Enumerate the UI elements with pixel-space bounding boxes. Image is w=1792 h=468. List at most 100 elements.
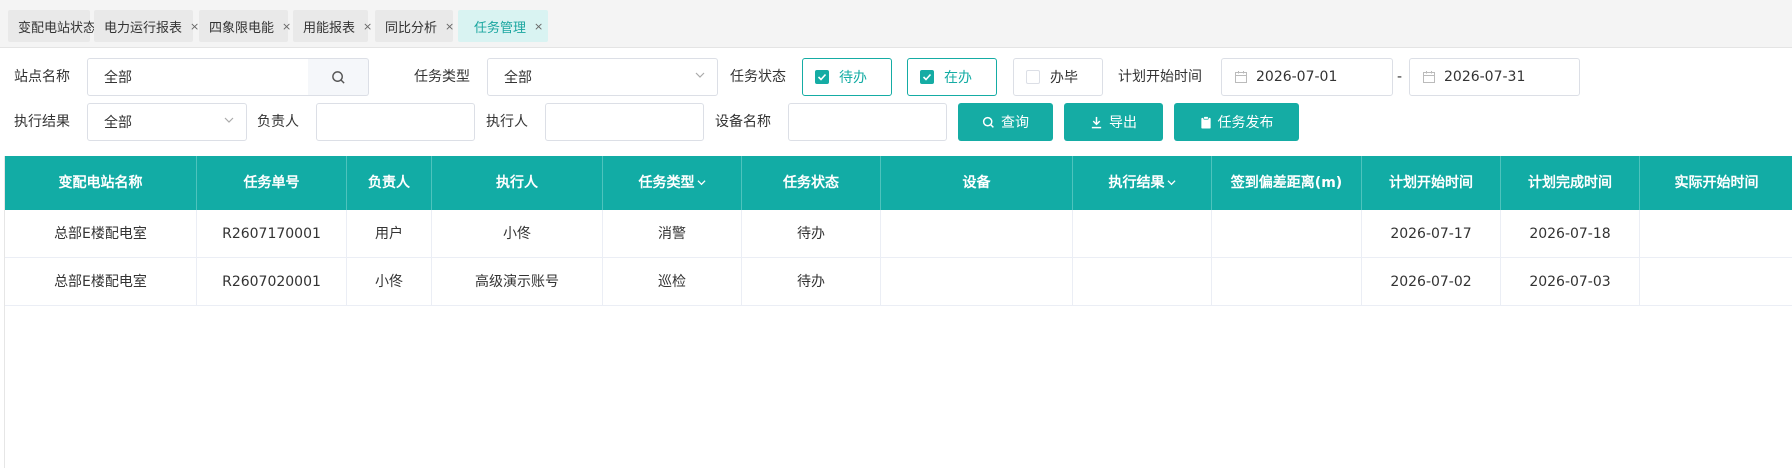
- status-todo-checkbox[interactable]: 待办: [802, 58, 892, 96]
- close-icon[interactable]: ×: [534, 20, 543, 33]
- tab-yoy-analysis[interactable]: 同比分析 ×: [375, 10, 454, 42]
- close-icon[interactable]: ×: [445, 20, 454, 33]
- column-header-sortable[interactable]: 执行结果: [1073, 156, 1212, 210]
- tab-label: 任务管理: [474, 20, 527, 36]
- table-row[interactable]: 总部E楼配电室 R2607170001 用户 小佟 消警 待办 2026-07-…: [5, 210, 1792, 258]
- cell-exec-result: [1073, 258, 1212, 306]
- station-input[interactable]: 全部: [87, 58, 309, 96]
- cell-plan-end: 2026-07-03: [1501, 258, 1640, 306]
- executor-input[interactable]: [545, 103, 704, 141]
- exec-result-value: 全部: [104, 115, 132, 131]
- column-header: 任务状态: [742, 156, 881, 210]
- tab-label: 四象限电能: [209, 20, 275, 36]
- cell-task-no: R2607020001: [197, 258, 347, 306]
- executor-label: 执行人: [486, 114, 528, 130]
- table-row[interactable]: 总部E楼配电室 R2607020001 小佟 高级演示账号 巡检 待办 2026…: [5, 258, 1792, 306]
- cell-device: [881, 210, 1073, 258]
- cell-exec-result: [1073, 210, 1212, 258]
- check-icon: [815, 70, 829, 84]
- tab-bar: 变配电站状态 电力运行报表 × 四象限电能 × 用能报表 × 同比分析 × 任务…: [0, 0, 1792, 48]
- date-separator: -: [1397, 69, 1403, 85]
- column-header-label: 任务类型: [638, 175, 695, 191]
- cell-actual-start: [1640, 210, 1792, 258]
- tab-substation-status[interactable]: 变配电站状态: [8, 10, 96, 42]
- cell-station: 总部E楼配电室: [5, 210, 197, 258]
- column-header-label: 执行结果: [1108, 175, 1165, 191]
- device-label: 设备名称: [715, 114, 771, 130]
- tab-task-management[interactable]: 任务管理 ×: [458, 10, 548, 42]
- cell-station: 总部E楼配电室: [5, 258, 197, 306]
- device-input[interactable]: [788, 103, 947, 141]
- cell-checkin-distance: [1212, 258, 1362, 306]
- export-label: 导出: [1109, 115, 1137, 131]
- search-icon: [331, 70, 345, 84]
- chevron-down-icon: [224, 117, 234, 123]
- column-header-sortable[interactable]: 任务类型: [603, 156, 742, 210]
- tab-power-report[interactable]: 电力运行报表 ×: [94, 10, 199, 42]
- exec-result-select[interactable]: 全部: [87, 103, 247, 141]
- task-type-select[interactable]: 全部: [487, 58, 718, 96]
- column-header: 执行人: [432, 156, 603, 210]
- calendar-icon: [1235, 71, 1247, 83]
- close-icon[interactable]: ×: [282, 20, 291, 33]
- cell-plan-start: 2026-07-02: [1362, 258, 1501, 306]
- tab-energy-report[interactable]: 用能报表 ×: [293, 10, 372, 42]
- plan-start-label: 计划开始时间: [1118, 69, 1202, 85]
- date-from-input[interactable]: 2026-07-01: [1221, 58, 1393, 96]
- task-status-label: 任务状态: [730, 69, 786, 85]
- task-type-value: 全部: [504, 70, 532, 86]
- status-done-label: 办毕: [1050, 70, 1078, 86]
- owner-label: 负责人: [257, 114, 299, 130]
- search-icon: [982, 116, 994, 128]
- cell-task-status: 待办: [742, 258, 881, 306]
- column-header: 实际开始时间: [1674, 175, 1759, 191]
- publish-task-button[interactable]: 任务发布: [1174, 103, 1299, 141]
- station-value: 全部: [104, 70, 132, 86]
- status-doing-checkbox[interactable]: 在办: [907, 58, 997, 96]
- chevron-down-icon: [696, 180, 706, 186]
- date-to-input[interactable]: 2026-07-31: [1409, 58, 1580, 96]
- tab-label: 用能报表: [303, 20, 356, 36]
- close-icon[interactable]: ×: [363, 20, 372, 33]
- date-from-value: 2026-07-01: [1256, 69, 1338, 85]
- cell-task-type: 消警: [603, 210, 742, 258]
- cell-owner: 小佟: [347, 258, 432, 306]
- cell-executor: 高级演示账号: [432, 258, 603, 306]
- tab-four-quadrant[interactable]: 四象限电能 ×: [199, 10, 291, 42]
- cell-actual-start: [1640, 258, 1792, 306]
- clipboard-icon: [1200, 115, 1211, 129]
- publish-task-label: 任务发布: [1217, 115, 1274, 131]
- chevron-down-icon: [1166, 180, 1176, 186]
- close-icon[interactable]: ×: [190, 20, 199, 33]
- export-button[interactable]: 导出: [1064, 103, 1163, 141]
- status-doing-label: 在办: [944, 70, 972, 86]
- status-todo-label: 待办: [839, 70, 867, 86]
- cell-owner: 用户: [347, 210, 432, 258]
- chevron-down-icon: [695, 72, 705, 78]
- exec-result-label: 执行结果: [14, 114, 70, 130]
- station-search-button[interactable]: [308, 58, 369, 96]
- task-type-label: 任务类型: [414, 69, 470, 85]
- tab-label: 电力运行报表: [104, 20, 183, 36]
- column-header: 负责人: [347, 156, 432, 210]
- owner-input[interactable]: [316, 103, 475, 141]
- query-label: 查询: [1001, 115, 1029, 131]
- cell-device: [881, 258, 1073, 306]
- calendar-icon: [1423, 71, 1435, 83]
- column-header: 变配电站名称: [5, 156, 197, 210]
- tab-label: 同比分析: [385, 20, 438, 36]
- cell-checkin-distance: [1212, 210, 1362, 258]
- task-table: 变配电站名称 任务单号 负责人 执行人 任务类型 任务状态 设备 执行结果 签到…: [4, 156, 1792, 468]
- query-button[interactable]: 查询: [958, 103, 1053, 141]
- download-icon: [1091, 116, 1102, 128]
- cell-plan-end: 2026-07-18: [1501, 210, 1640, 258]
- cell-plan-start: 2026-07-17: [1362, 210, 1501, 258]
- date-to-value: 2026-07-31: [1444, 69, 1526, 85]
- cell-task-status: 待办: [742, 210, 881, 258]
- column-header: 计划开始时间: [1362, 156, 1501, 210]
- column-header: 任务单号: [197, 156, 347, 210]
- tab-label: 变配电站状态: [18, 20, 97, 36]
- cell-task-type: 巡检: [603, 258, 742, 306]
- unchecked-box-icon: [1026, 70, 1040, 84]
- status-done-checkbox[interactable]: 办毕: [1013, 58, 1103, 96]
